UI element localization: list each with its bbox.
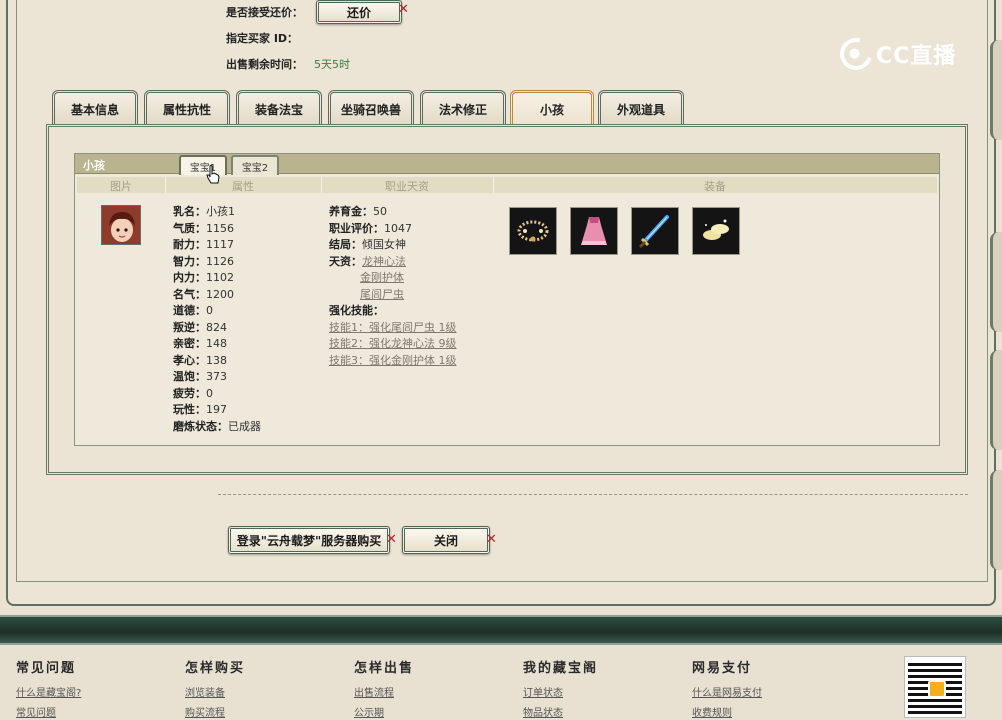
footer: 常见问题 什么是藏宝阁? 常见问题 怎样购买 浏览装备 购买流程 怎样出售 出售… bbox=[0, 645, 1002, 720]
footer-link[interactable]: 收费规则 bbox=[692, 704, 762, 720]
rating-row: 职业评价：1047 bbox=[329, 221, 412, 235]
dress-icon bbox=[581, 217, 607, 245]
attr-row: 疲劳：0 bbox=[173, 386, 213, 400]
attr-row: 名气：1200 bbox=[173, 287, 234, 301]
footer-link[interactable]: 订单状态 bbox=[523, 684, 598, 704]
enhanced-skill-link[interactable]: 技能1：强化尾闾尸虫 1级 bbox=[329, 321, 457, 334]
equipment-slot[interactable] bbox=[692, 207, 740, 255]
sword-icon bbox=[638, 215, 669, 249]
attr-row: 孝心：138 bbox=[173, 353, 227, 367]
attr-row: 叛逆：824 bbox=[173, 320, 227, 334]
close-x-icon: ✕ bbox=[486, 532, 497, 547]
tab-equipment[interactable]: 装备法宝 bbox=[236, 90, 322, 125]
footer-column-sell: 怎样出售 出售流程 公示期 bbox=[354, 657, 414, 720]
enhanced-skill-row: 技能1：强化尾闾尸虫 1级 bbox=[329, 320, 457, 337]
right-decoration bbox=[990, 232, 1002, 332]
skill-row: 尾闾尸虫 bbox=[329, 287, 457, 304]
column-header-image: 图片 bbox=[110, 180, 132, 193]
footer-link[interactable]: 什么是藏宝阁? bbox=[16, 684, 81, 704]
enhanced-skill-link[interactable]: 技能2：强化龙神心法 9级 bbox=[329, 337, 457, 350]
talent-column: 养育金：50 职业评价：1047 结局：倾国女神 天资：龙神心法 金刚护体 尾闾… bbox=[329, 204, 457, 369]
attr-row: 内力：1102 bbox=[173, 271, 234, 284]
footer-link[interactable]: 什么是网易支付 bbox=[692, 684, 762, 704]
buyer-id-label: 指定买家 ID： bbox=[226, 32, 299, 45]
cc-live-logo: CC直播 bbox=[834, 32, 972, 76]
attr-row: 道德：0 bbox=[173, 304, 213, 317]
enhanced-skill-link[interactable]: 技能3：强化金刚护体 1级 bbox=[329, 354, 457, 367]
footer-link[interactable]: 常见问题 bbox=[16, 704, 81, 720]
footer-band bbox=[0, 615, 1002, 645]
hand-cursor-icon bbox=[206, 165, 220, 184]
attr-row: 气质：1156 bbox=[173, 221, 234, 235]
close-x-icon: ✕ bbox=[386, 532, 397, 547]
column-header-talent: 职业天资 bbox=[385, 180, 429, 193]
attr-row: 温饱：373 bbox=[173, 370, 227, 383]
tab-spell-mods[interactable]: 法术修正 bbox=[420, 90, 506, 125]
equipment-slot[interactable] bbox=[509, 207, 557, 255]
skill-row: 金刚护体 bbox=[329, 270, 457, 287]
footer-column-netease-pay: 网易支付 什么是网易支付 收费规则 bbox=[692, 657, 762, 720]
attr-row: 玩性：197 bbox=[173, 403, 227, 416]
attr-row: 耐力：1117 bbox=[173, 238, 234, 251]
cc-logo-icon bbox=[834, 32, 878, 76]
remaining-time-value: 5天5时 bbox=[314, 58, 350, 71]
tab-mounts-pets[interactable]: 坐骑召唤兽 bbox=[328, 90, 414, 125]
enhanced-label-row: 强化技能： bbox=[329, 304, 384, 317]
footer-link[interactable]: 出售流程 bbox=[354, 684, 414, 704]
section-divider bbox=[218, 494, 968, 495]
logo-text: CC直播 bbox=[876, 44, 957, 69]
right-decoration bbox=[990, 470, 1002, 570]
attribute-list: 乳名：小孩1 气质：1156 耐力：1117 智力：1126 内力：1102 名… bbox=[173, 204, 261, 435]
close-x-icon: ✕ bbox=[398, 2, 409, 17]
child-avatar bbox=[101, 205, 141, 245]
attr-row: 乳名：小孩1 bbox=[173, 205, 235, 218]
qr-code-icon bbox=[904, 656, 966, 718]
sub-tab-baby2[interactable]: 宝宝2 bbox=[231, 155, 279, 175]
remaining-time-label: 出售剩余时间： bbox=[226, 58, 303, 71]
tab-appearance[interactable]: 外观道具 bbox=[598, 90, 684, 125]
footer-column-buy: 怎样购买 浏览装备 购买流程 bbox=[185, 657, 245, 720]
tab-basic-info[interactable]: 基本信息 bbox=[52, 90, 138, 125]
page-frame: 是否接受还价： 还价 ✕ 指定买家 ID： 出售剩余时间： 5天5时 CC直播 … bbox=[0, 0, 1002, 612]
column-header-attributes: 属性 bbox=[232, 180, 254, 193]
child-portrait-icon bbox=[102, 206, 140, 244]
ending-row: 结局：倾国女神 bbox=[329, 238, 406, 251]
column-header-equipment: 装备 bbox=[704, 180, 726, 193]
right-decoration bbox=[990, 350, 1002, 450]
equipment-slot[interactable] bbox=[570, 207, 618, 255]
attr-row: 磨炼状态：已成器 bbox=[173, 419, 261, 433]
skill-row: 天资：龙神心法 bbox=[329, 254, 406, 268]
counter-offer-button[interactable]: 还价 bbox=[316, 0, 402, 24]
tab-attributes[interactable]: 属性抗性 bbox=[144, 90, 230, 125]
footer-link[interactable]: 购买流程 bbox=[185, 704, 245, 720]
skill-link[interactable]: 龙神心法 bbox=[362, 255, 406, 268]
footer-link[interactable]: 物品状态 bbox=[523, 704, 598, 720]
tab-child[interactable]: 小孩 bbox=[510, 90, 594, 125]
footer-link[interactable]: 浏览装备 bbox=[185, 684, 245, 704]
right-decoration bbox=[990, 40, 1002, 140]
shoes-icon bbox=[703, 219, 729, 240]
accept-counter-label: 是否接受还价： bbox=[226, 6, 303, 19]
footer-link[interactable]: 公示期 bbox=[354, 704, 414, 720]
equipment-slot[interactable] bbox=[631, 207, 679, 255]
attr-row: 智力：1126 bbox=[173, 254, 234, 268]
skill-link[interactable]: 尾闾尸虫 bbox=[360, 288, 404, 301]
child-panel-title: 小孩 bbox=[83, 159, 105, 172]
enhanced-skill-row: 技能2：强化龙神心法 9级 bbox=[329, 336, 457, 353]
necklace-icon bbox=[517, 220, 549, 242]
footer-column-my-treasure: 我的藏宝阁 订单状态 物品状态 bbox=[523, 657, 598, 720]
login-server-buy-button[interactable]: 登录"云舟载梦"服务器购买 bbox=[228, 526, 390, 554]
child-panel: 小孩 宝宝1 宝宝2 图片 属性 职业天资 装备 乳名：小孩1 气质：1156 … bbox=[74, 153, 940, 446]
attr-row: 亲密：148 bbox=[173, 337, 227, 350]
skill-link[interactable]: 金刚护体 bbox=[360, 271, 404, 284]
close-button[interactable]: 关闭 bbox=[402, 526, 490, 554]
enhanced-skill-row: 技能3：强化金刚护体 1级 bbox=[329, 353, 457, 370]
footer-column-faq: 常见问题 什么是藏宝阁? 常见问题 bbox=[16, 657, 81, 720]
fund-row: 养育金：50 bbox=[329, 205, 387, 218]
child-panel-header: 小孩 宝宝1 宝宝2 bbox=[75, 154, 939, 175]
